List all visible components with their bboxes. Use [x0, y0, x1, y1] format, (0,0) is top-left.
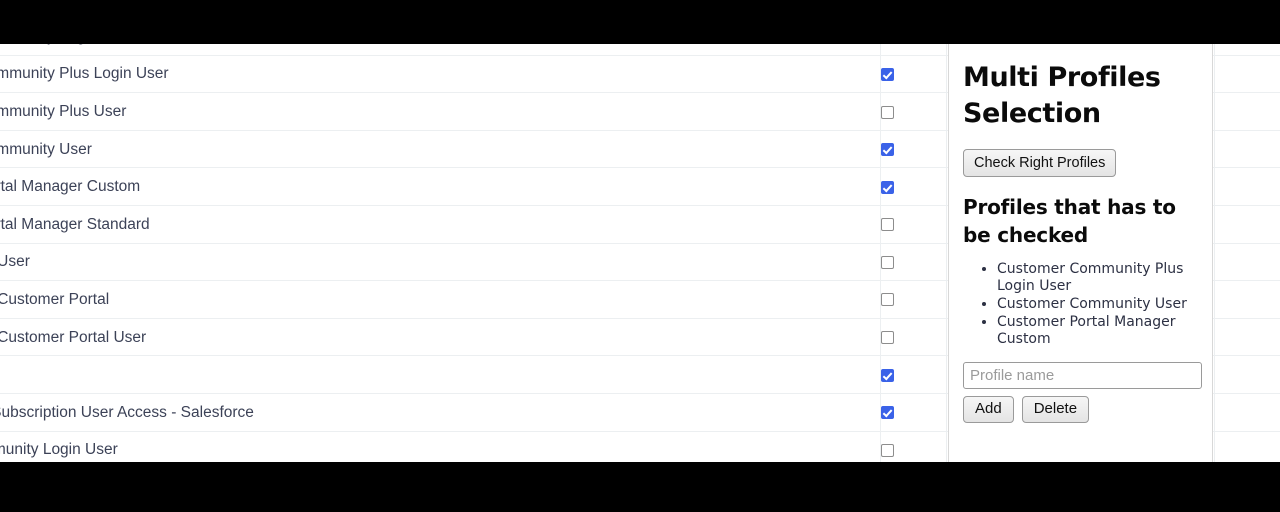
panel-action-buttons: Add Delete	[963, 396, 1198, 423]
profile-checkbox-cell[interactable]	[879, 243, 946, 282]
profile-name-label: Partner App Subscription User Access - S…	[0, 403, 254, 421]
profile-name-label: High Volume Customer Portal User	[0, 328, 147, 346]
profile-name-label: Customer Portal Manager Standard	[0, 215, 150, 233]
list-item: Customer Portal Manager Custom	[997, 314, 1198, 348]
profile-name-label: Customer Community Plus Login User	[0, 65, 169, 83]
profile-name-cell: Customer Portal Manager Standard	[0, 205, 880, 244]
checkbox-checked[interactable]	[880, 143, 894, 157]
profile-checkbox-cell[interactable]	[879, 167, 946, 206]
screenshot-root: Customer Community Login User Customer Co…	[0, 0, 1280, 512]
profile-name-cell: Partner App Subscription User Access - S…	[0, 393, 880, 432]
trailing-cell	[1213, 44, 1280, 56]
profile-name-cell: Gold Partner User	[0, 243, 880, 282]
checkbox-unchecked[interactable]	[880, 331, 894, 345]
checkbox-unchecked[interactable]	[880, 443, 894, 457]
multi-profiles-selection-panel: Multi Profiles Selection Check Right Pro…	[948, 44, 1213, 462]
trailing-cell	[1213, 92, 1280, 131]
list-item: Customer Community User	[997, 296, 1198, 313]
profile-checkbox-cell[interactable]	[879, 393, 946, 432]
profile-name-label: High Volume Customer Portal	[0, 290, 110, 308]
trailing-cell	[1213, 318, 1280, 357]
profile-name-cell: Partner Community Login User	[0, 431, 880, 462]
trailing-cell	[1213, 167, 1280, 206]
profiles-to-check-list: Customer Community Plus Login UserCustom…	[963, 261, 1198, 348]
list-item: Customer Community Plus Login User	[997, 261, 1198, 295]
trailing-cell	[1213, 280, 1280, 319]
panel-title: Multi Profiles Selection	[963, 62, 1161, 129]
profile-checkbox-cell[interactable]	[879, 280, 946, 319]
trailing-cell	[1213, 431, 1280, 462]
delete-profile-button[interactable]: Delete	[1021, 396, 1090, 423]
profile-checkbox-cell[interactable]	[879, 92, 946, 131]
profile-name-cell: Customer Community Plus User	[0, 92, 880, 131]
profile-name-cell: High Volume Customer Portal	[0, 280, 880, 319]
profile-checkbox-cell[interactable]	[879, 55, 946, 94]
profile-name-input[interactable]	[963, 362, 1202, 390]
profile-name-cell: Customer Community Plus Login User	[0, 55, 880, 94]
checkbox-checked[interactable]	[880, 180, 894, 194]
profile-name-label: Partner Community Login User	[0, 441, 118, 459]
page-viewport: Customer Community Login User Customer Co…	[0, 44, 1280, 462]
trailing-cell	[1213, 205, 1280, 244]
profile-name-label: Gold Partner User	[0, 253, 30, 271]
checkbox-unchecked[interactable]	[880, 218, 894, 232]
checkbox-checked[interactable]	[880, 67, 894, 81]
profile-name-label: Customer Portal Manager Custom	[0, 178, 141, 196]
check-right-profiles-button[interactable]: Check Right Profiles	[963, 149, 1117, 178]
checkbox-checked[interactable]	[880, 368, 894, 382]
profile-checkbox-cell[interactable]	[879, 44, 946, 56]
profile-name-cell: Customer Portal Manager Custom	[0, 167, 880, 206]
profile-checkbox-cell[interactable]	[879, 130, 946, 169]
checkbox-checked[interactable]	[880, 406, 894, 420]
trailing-cell	[1213, 130, 1280, 169]
letterbox-bar-bottom	[0, 462, 1280, 512]
profile-name-cell: High Volume Customer Portal User	[0, 318, 880, 357]
profile-name-label: Customer Community User	[0, 140, 92, 158]
profile-checkbox-cell[interactable]	[879, 431, 946, 462]
checkbox-unchecked[interactable]	[880, 255, 894, 269]
profile-name-cell: Customer Community User	[0, 130, 880, 169]
trailing-cell	[1213, 243, 1280, 282]
add-profile-button[interactable]: Add	[963, 396, 1014, 423]
profile-checkbox-cell[interactable]	[879, 318, 946, 357]
profile-checkbox-cell[interactable]	[879, 355, 946, 394]
trailing-cell	[1213, 55, 1280, 94]
profile-name-label: Customer Community Plus User	[0, 102, 127, 120]
profiles-to-check-heading: Profiles that has to be checked	[963, 195, 1176, 247]
profile-name-cell: Customer Community Login User	[0, 44, 880, 56]
trailing-cell	[1213, 393, 1280, 432]
profile-checkbox-cell[interactable]	[879, 205, 946, 244]
checkbox-unchecked[interactable]	[880, 293, 894, 307]
profile-name-cell: Identity User	[0, 355, 880, 394]
checkbox-unchecked[interactable]	[880, 105, 894, 119]
trailing-cell	[1213, 355, 1280, 394]
letterbox-bar-top	[0, 0, 1280, 44]
